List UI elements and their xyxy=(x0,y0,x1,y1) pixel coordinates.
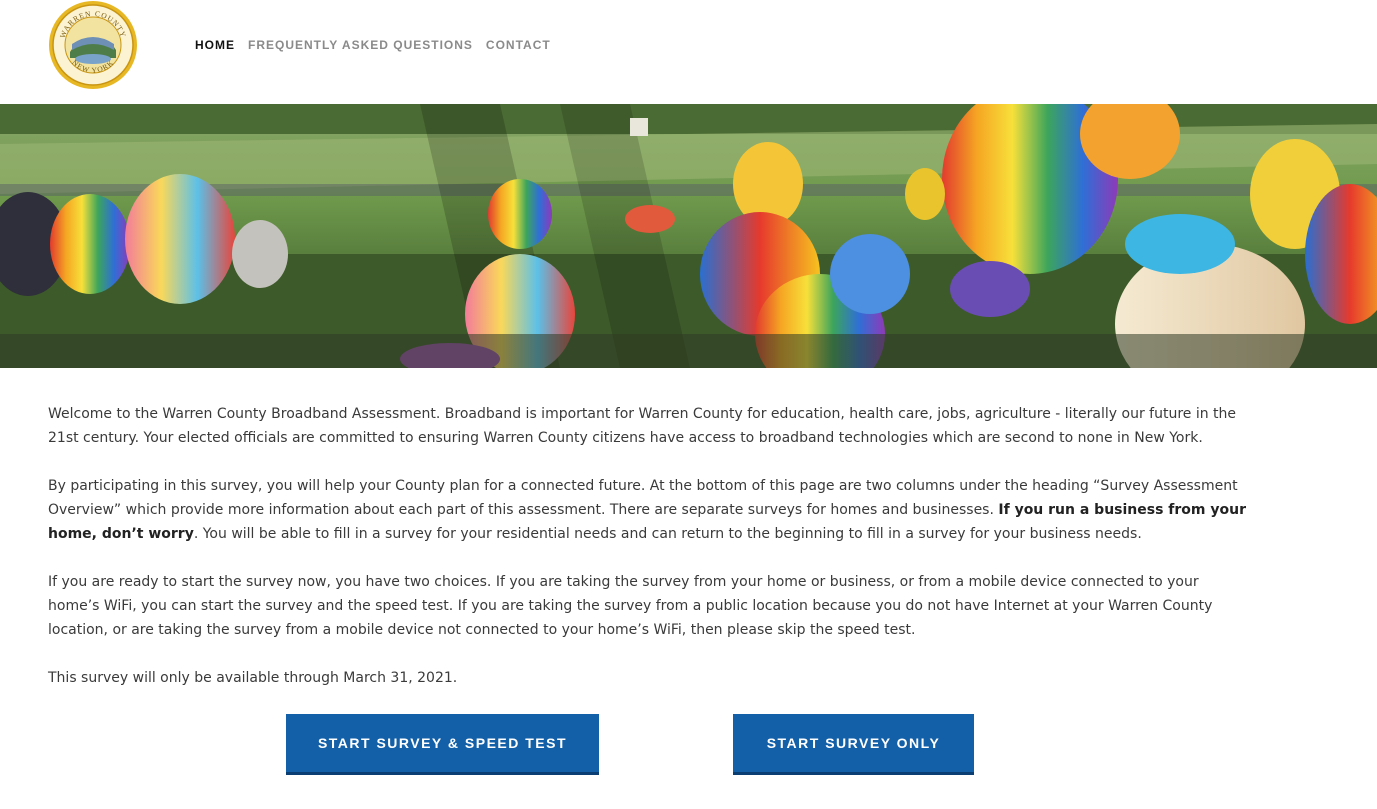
start-survey-speed-test-button[interactable]: START SURVEY & SPEED TEST xyxy=(286,714,599,775)
participation-text-2: . You will be able to fill in a survey f… xyxy=(193,526,1142,542)
site-header: WARREN COUNTY NEW YORK HOME FREQUENTLY A… xyxy=(0,0,1377,104)
seal-icon: WARREN COUNTY NEW YORK xyxy=(49,1,137,89)
choices-paragraph: If you are ready to start the survey now… xyxy=(48,574,1213,638)
start-survey-only-button[interactable]: START SURVEY ONLY xyxy=(733,714,974,775)
nav-faq[interactable]: FREQUENTLY ASKED QUESTIONS xyxy=(248,38,473,52)
nav-home[interactable]: HOME xyxy=(195,38,235,52)
hero-banner-image xyxy=(0,104,1377,368)
main-nav: HOME FREQUENTLY ASKED QUESTIONS CONTACT xyxy=(195,38,551,52)
county-seal-logo[interactable]: WARREN COUNTY NEW YORK xyxy=(48,0,138,90)
hot-air-balloons-image xyxy=(0,104,1377,368)
availability-paragraph: This survey will only be available throu… xyxy=(48,670,458,686)
nav-contact[interactable]: CONTACT xyxy=(486,38,551,52)
participation-paragraph: By participating in this survey, you wil… xyxy=(48,474,1248,546)
intro-paragraph: Welcome to the Warren County Broadband A… xyxy=(48,406,1237,446)
